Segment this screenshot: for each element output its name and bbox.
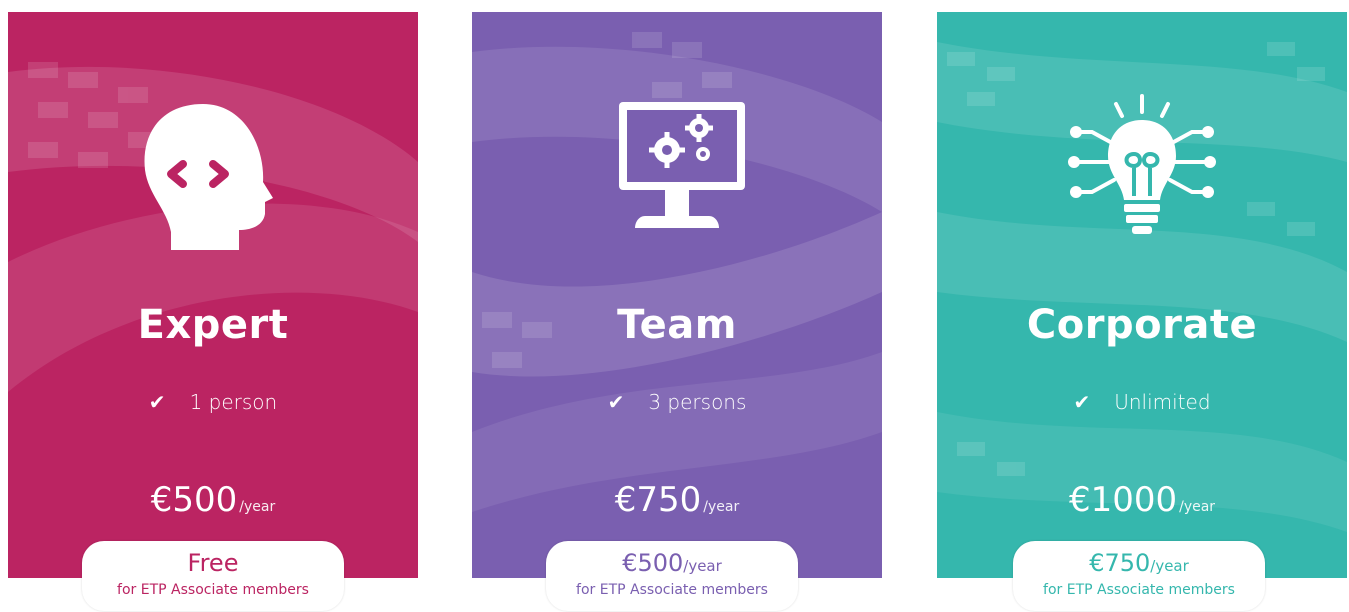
lightbulb-circuit-icon — [1068, 94, 1216, 234]
plan-price: €500/year — [8, 480, 418, 520]
member-price: €500/year — [546, 549, 798, 580]
member-price: €750/year — [1013, 549, 1265, 580]
plan-card-expert[interactable]: Expert ✔ 1 person €500/year — [8, 12, 418, 578]
member-price-amount: Free — [187, 549, 239, 577]
member-price: Free — [82, 549, 344, 580]
price-amount: €500 — [150, 480, 238, 520]
plan-card-corporate[interactable]: Corporate ✔ Unlimited €1000/year — [937, 12, 1347, 578]
plan-title: Expert — [137, 302, 289, 348]
member-price-badge-corporate[interactable]: €750/year for ETP Associate members — [1013, 541, 1265, 611]
plan-title: Team — [617, 302, 737, 348]
price-amount: €750 — [614, 480, 702, 520]
plan-card-team[interactable]: Team ✔ 3 persons €750/year — [472, 12, 882, 578]
member-price-amount: €500 — [622, 549, 684, 577]
plan-feature: ✔ Unlimited — [937, 390, 1347, 414]
check-icon: ✔ — [1073, 390, 1091, 414]
check-icon: ✔ — [148, 390, 166, 414]
member-price-amount: €750 — [1089, 549, 1151, 577]
plan-feature: ✔ 3 persons — [472, 390, 882, 414]
plan-feature: ✔ 1 person — [8, 390, 418, 414]
member-price-badge-team[interactable]: €500/year for ETP Associate members — [546, 541, 798, 611]
plan-price: €1000/year — [937, 480, 1347, 520]
member-note: for ETP Associate members — [1043, 582, 1235, 598]
feature-text: 1 person — [189, 390, 278, 414]
member-price-period: /year — [1150, 557, 1189, 575]
price-period: /year — [703, 499, 740, 515]
plan-price: €750/year — [472, 480, 882, 520]
check-icon: ✔ — [607, 390, 625, 414]
head-code-icon — [144, 104, 273, 250]
member-price-period: /year — [683, 557, 722, 575]
member-price-badge-expert[interactable]: Free for ETP Associate members — [82, 541, 344, 611]
price-period: /year — [1179, 499, 1216, 515]
member-note: for ETP Associate members — [117, 582, 309, 598]
plan-title: Corporate — [1026, 302, 1258, 348]
feature-text: 3 persons — [648, 390, 747, 414]
price-amount: €1000 — [1068, 480, 1178, 520]
monitor-gears-icon — [619, 102, 745, 228]
feature-text: Unlimited — [1114, 390, 1211, 414]
member-note: for ETP Associate members — [576, 582, 768, 598]
price-period: /year — [239, 499, 276, 515]
